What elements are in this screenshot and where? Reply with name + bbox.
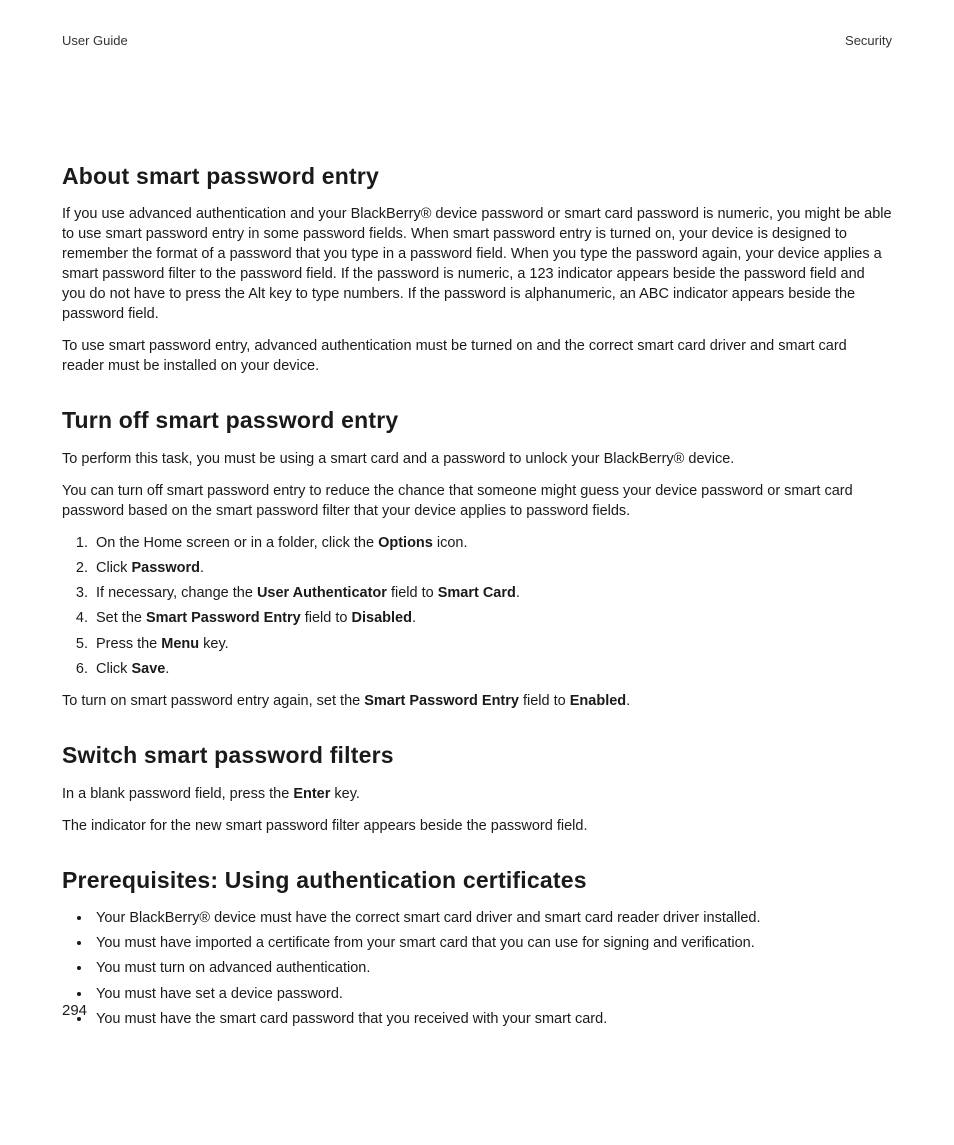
bulleted-list: Your BlackBerry® device must have the co… xyxy=(62,908,892,1029)
heading-about: About smart password entry xyxy=(62,160,892,192)
list-item: You must have the smart card password th… xyxy=(92,1009,892,1029)
page-header: User Guide Security xyxy=(62,32,892,50)
header-left: User Guide xyxy=(62,32,128,50)
list-item: On the Home screen or in a folder, click… xyxy=(92,533,892,553)
paragraph: If you use advanced authentication and y… xyxy=(62,204,892,324)
list-item: Click Password. xyxy=(92,558,892,578)
section-turn-off-smart-password-entry: Turn off smart password entry To perform… xyxy=(62,404,892,711)
paragraph: To perform this task, you must be using … xyxy=(62,449,892,469)
list-item: If necessary, change the User Authentica… xyxy=(92,583,892,603)
page-number: 294 xyxy=(62,1000,87,1021)
document-page: User Guide Security About smart password… xyxy=(0,0,954,1073)
section-switch-smart-password-filters: Switch smart password filters In a blank… xyxy=(62,739,892,835)
section-about-smart-password-entry: About smart password entry If you use ad… xyxy=(62,160,892,376)
heading-switch-filters: Switch smart password filters xyxy=(62,739,892,771)
paragraph: In a blank password field, press the Ent… xyxy=(62,784,892,804)
list-item: Set the Smart Password Entry field to Di… xyxy=(92,608,892,628)
section-prerequisites: Prerequisites: Using authentication cert… xyxy=(62,864,892,1030)
paragraph: To turn on smart password entry again, s… xyxy=(62,691,892,711)
list-item: You must have set a device password. xyxy=(92,984,892,1004)
paragraph: You can turn off smart password entry to… xyxy=(62,481,892,521)
list-item: You must turn on advanced authentication… xyxy=(92,958,892,978)
ordered-steps: On the Home screen or in a folder, click… xyxy=(62,533,892,680)
list-item: You must have imported a certificate fro… xyxy=(92,933,892,953)
paragraph: To use smart password entry, advanced au… xyxy=(62,336,892,376)
list-item: Click Save. xyxy=(92,659,892,679)
paragraph: The indicator for the new smart password… xyxy=(62,816,892,836)
list-item: Press the Menu key. xyxy=(92,634,892,654)
list-item: Your BlackBerry® device must have the co… xyxy=(92,908,892,928)
heading-turn-off: Turn off smart password entry xyxy=(62,404,892,436)
header-right: Security xyxy=(845,32,892,50)
heading-prerequisites: Prerequisites: Using authentication cert… xyxy=(62,864,892,896)
